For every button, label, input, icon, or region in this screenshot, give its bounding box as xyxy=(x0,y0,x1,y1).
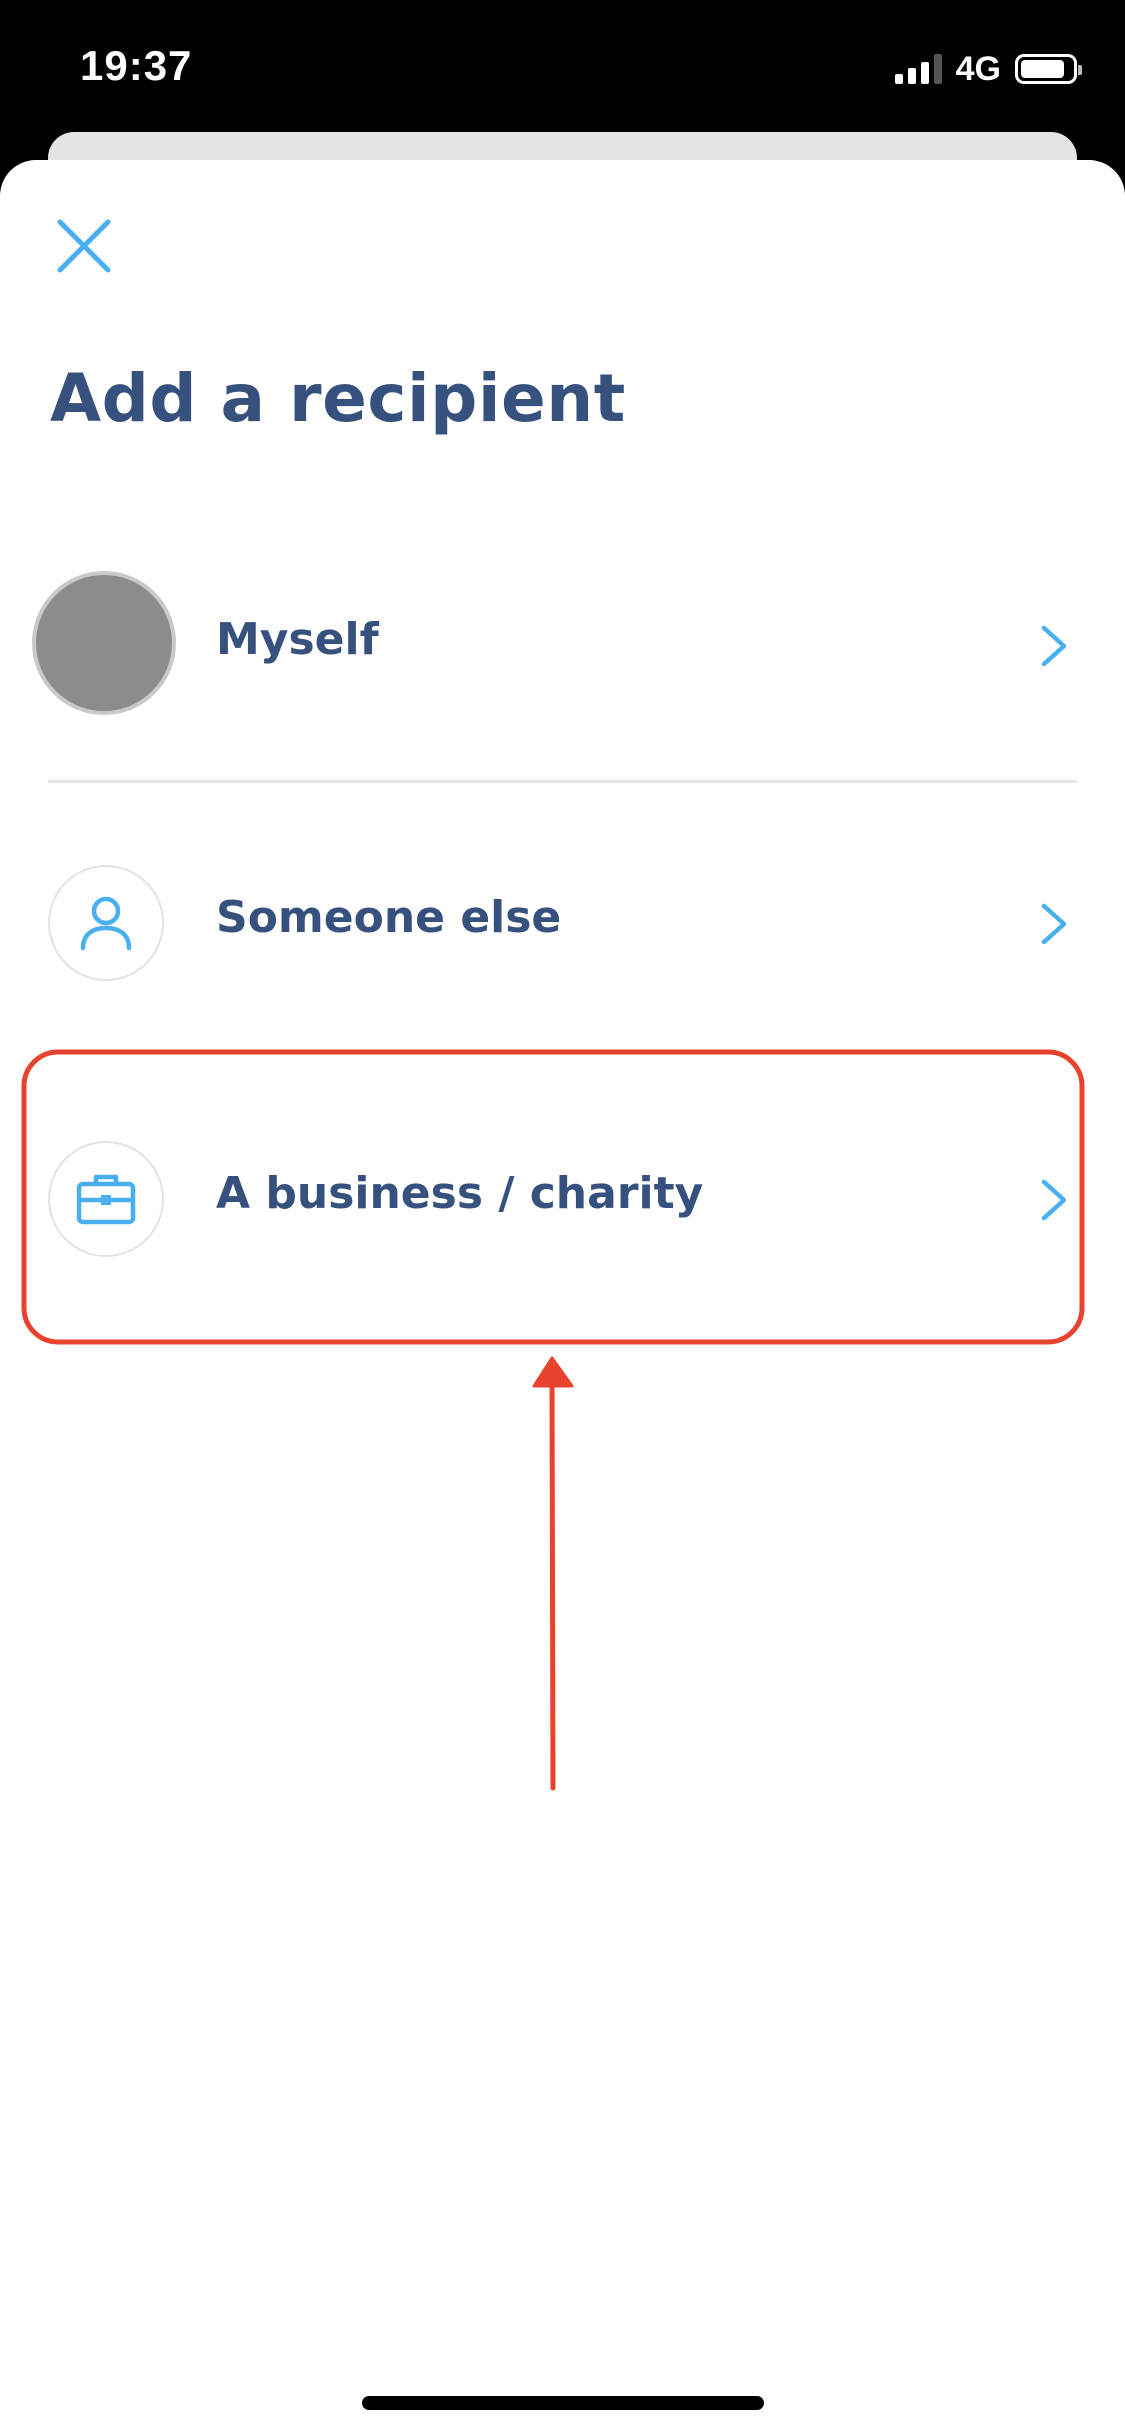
option-myself[interactable]: Myself xyxy=(30,572,1080,722)
person-icon xyxy=(80,896,132,951)
add-recipient-sheet: Add a recipient Myself Someone else A bu… xyxy=(0,160,1125,2436)
option-label: Myself xyxy=(216,614,379,665)
avatar xyxy=(36,575,172,711)
person-icon-circle xyxy=(48,865,164,981)
status-indicators: 4G xyxy=(894,46,1082,92)
option-business-charity[interactable]: A business / charity xyxy=(30,1126,1080,1276)
status-bar: 19:37 4G xyxy=(0,0,1125,135)
option-someone-else[interactable]: Someone else xyxy=(30,850,1080,1000)
option-label: Someone else xyxy=(216,892,562,943)
chevron-right-icon xyxy=(1041,1179,1067,1221)
divider xyxy=(48,780,1077,783)
network-type: 4G xyxy=(955,49,1001,88)
battery-icon xyxy=(1015,54,1082,84)
close-button[interactable] xyxy=(48,210,120,282)
page-title: Add a recipient xyxy=(50,360,626,437)
briefcase-icon-circle xyxy=(48,1141,164,1257)
chevron-right-icon xyxy=(1041,903,1067,945)
home-indicator xyxy=(362,2396,764,2410)
battery-level xyxy=(1021,60,1064,78)
close-icon xyxy=(57,219,111,273)
briefcase-icon xyxy=(76,1174,136,1225)
signal-strength-icon xyxy=(894,54,942,84)
chevron-right-icon xyxy=(1041,625,1067,667)
status-time: 19:37 xyxy=(80,42,193,89)
option-label: A business / charity xyxy=(216,1168,704,1219)
